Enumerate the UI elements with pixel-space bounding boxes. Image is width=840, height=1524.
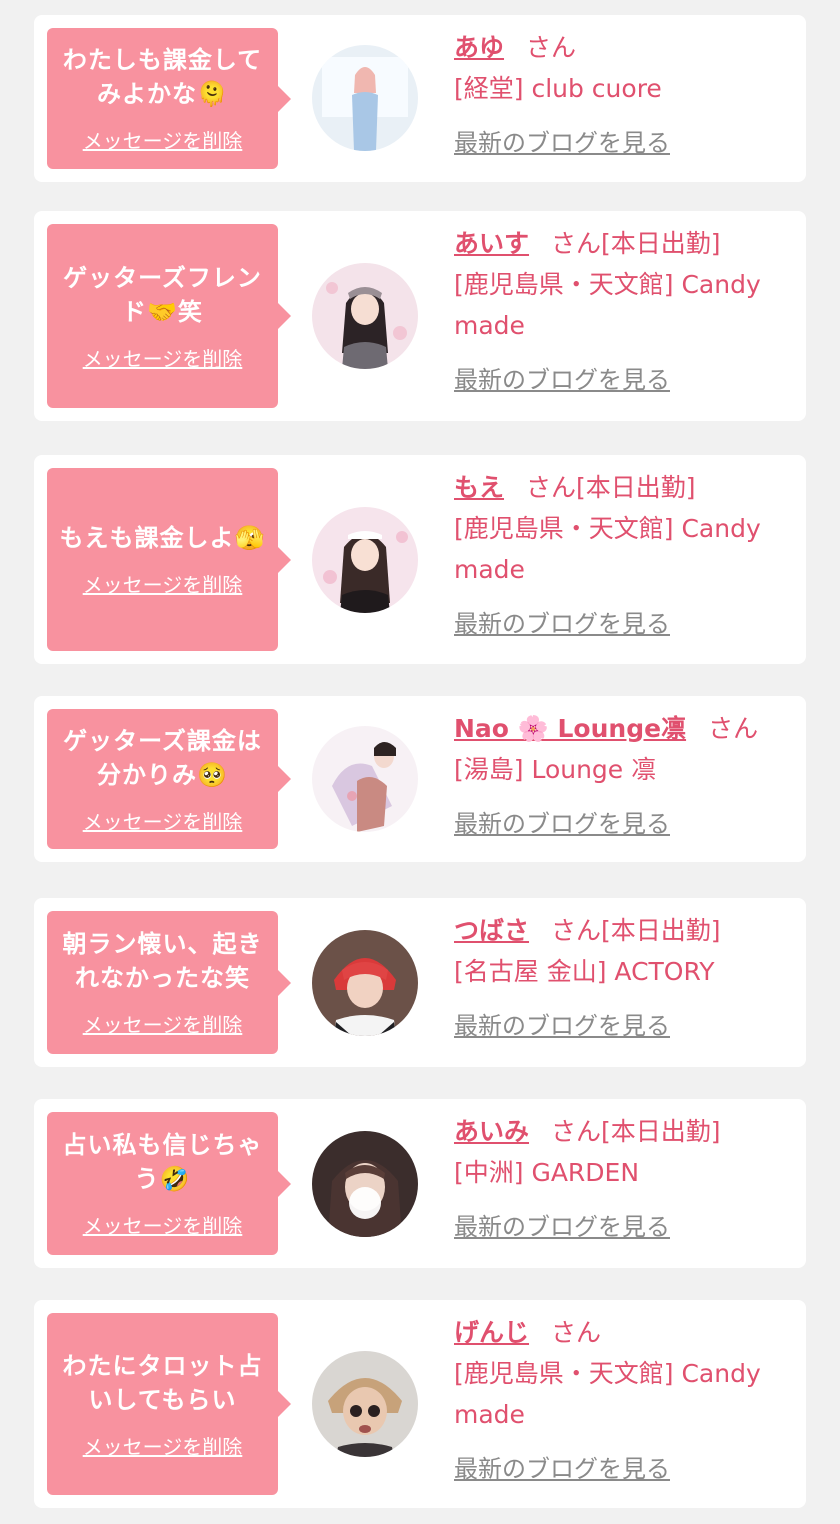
delete-message-link[interactable]: メッセージを削除 (83, 806, 243, 835)
profile-info: あいす さん[本日出勤] [鹿児島県・天文館] Candy made 最新のブログ… (454, 223, 788, 401)
message-card: ゲッターズフレン ド🤝笑 メッセージを削除 あいす さん[本日出勤] [鹿児島県・… (34, 211, 806, 421)
message-card: 朝ラン懐い、起き れなかったな笑 メッセージを削除 つばさ さん[本日出勤] [名… (34, 898, 806, 1067)
comment-text: わたにタロット占 いしてもらい (62, 1351, 263, 1414)
avatar[interactable] (312, 45, 418, 151)
work-badge: [本日出勤] (601, 916, 721, 945)
profile-info: もえ さん[本日出勤] [鹿児島県・天文館] Candy made 最新のブログを… (454, 467, 788, 645)
latest-blog-link[interactable]: 最新のブログを見る (454, 360, 670, 401)
avatar-photo (312, 930, 418, 1036)
delete-message-link[interactable]: メッセージを削除 (83, 1431, 243, 1460)
avatar[interactable] (312, 507, 418, 613)
delete-message-link[interactable]: メッセージを削除 (83, 343, 243, 372)
profile-info: つばさ さん[本日出勤] [名古屋 金山] ACTORY 最新のブログを見る (454, 910, 788, 1047)
avatar[interactable] (312, 1351, 418, 1457)
honorific: さん (526, 473, 577, 502)
profile-name-link[interactable]: つばさ (454, 916, 529, 945)
profile-info: Nao 🌸 Lounge凛 さん [湯島] Lounge 凛 最新のブログを見る (454, 708, 788, 845)
delete-message-link[interactable]: メッセージを削除 (83, 1210, 243, 1239)
avatar-photo (312, 507, 418, 613)
shop-name: [名古屋 金山] ACTORY (454, 957, 715, 986)
profile-name-link[interactable]: もえ (454, 473, 504, 502)
comment-text: わたしも課金して みよかな🫠 (62, 46, 263, 108)
comment-bubble: 占い私も信じちゃ う🤣 メッセージを削除 (47, 1112, 291, 1255)
honorific: さん (526, 33, 577, 62)
comment-bubble: 朝ラン懐い、起き れなかったな笑 メッセージを削除 (47, 911, 291, 1054)
comment-bubble: ゲッターズフレン ド🤝笑 メッセージを削除 (47, 224, 291, 408)
latest-blog-link[interactable]: 最新のブログを見る (454, 123, 670, 164)
profile-name-link[interactable]: あゆ (454, 33, 504, 62)
honorific: さん (551, 1117, 602, 1146)
message-card: もえも課金しよ🫣 メッセージを削除 もえ さん[本日出勤] [鹿児島県・天文館] … (34, 455, 806, 664)
comment-text: 朝ラン懐い、起き れなかったな笑 (62, 930, 263, 992)
message-card: わたしも課金して みよかな🫠 メッセージを削除 あゆ さん [経堂] club c… (34, 15, 806, 182)
comment-bubble: わたしも課金して みよかな🫠 メッセージを削除 (47, 28, 291, 169)
shop-name: [鹿児島県・天文館] Candy made (454, 1359, 761, 1429)
honorific: さん (551, 229, 602, 258)
comment-bubble: もえも課金しよ🫣 メッセージを削除 (47, 468, 291, 651)
comment-bubble: わたにタロット占 いしてもらい メッセージを削除 (47, 1313, 291, 1495)
message-card: わたにタロット占 いしてもらい メッセージを削除 げんじ さん [鹿児島県・天文館… (34, 1300, 806, 1508)
avatar-photo (312, 726, 418, 832)
shop-name: [鹿児島県・天文館] Candy made (454, 514, 761, 584)
honorific: さん (551, 916, 602, 945)
avatar-photo (312, 45, 418, 151)
profile-info: げんじ さん [鹿児島県・天文館] Candy made 最新のブログを見る (454, 1312, 788, 1490)
work-badge: [本日出勤] (576, 473, 696, 502)
avatar[interactable] (312, 930, 418, 1036)
profile-name-link[interactable]: Nao 🌸 Lounge凛 (454, 714, 686, 743)
latest-blog-link[interactable]: 最新のブログを見る (454, 604, 670, 645)
avatar[interactable] (312, 1131, 418, 1237)
comment-text: 占い私も信じちゃ う🤣 (62, 1131, 263, 1193)
avatar[interactable] (312, 726, 418, 832)
profile-name-link[interactable]: あいみ (454, 1117, 529, 1146)
work-badge: [本日出勤] (601, 229, 721, 258)
delete-message-link[interactable]: メッセージを削除 (83, 569, 243, 598)
message-card: ゲッターズ課金は 分かりみ🥺 メッセージを削除 Nao 🌸 Lounge凛 さん … (34, 696, 806, 862)
shop-name: [中洲] GARDEN (454, 1158, 640, 1187)
latest-blog-link[interactable]: 最新のブログを見る (454, 1207, 670, 1248)
profile-info: あいみ さん[本日出勤] [中洲] GARDEN 最新のブログを見る (454, 1111, 788, 1248)
avatar-photo (312, 1351, 418, 1457)
latest-blog-link[interactable]: 最新のブログを見る (454, 804, 670, 845)
latest-blog-link[interactable]: 最新のブログを見る (454, 1006, 670, 1047)
profile-name-link[interactable]: げんじ (454, 1318, 529, 1347)
shop-name: [湯島] Lounge 凛 (454, 755, 657, 784)
honorific: さん (708, 714, 759, 743)
avatar[interactable] (312, 263, 418, 369)
shop-name: [鹿児島県・天文館] Candy made (454, 270, 761, 340)
shop-name: [経堂] club cuore (454, 74, 662, 103)
comment-bubble: ゲッターズ課金は 分かりみ🥺 メッセージを削除 (47, 709, 291, 849)
delete-message-link[interactable]: メッセージを削除 (83, 1009, 243, 1038)
message-card: 占い私も信じちゃ う🤣 メッセージを削除 あいみ さん[本日出勤] [中洲] GA… (34, 1099, 806, 1268)
delete-message-link[interactable]: メッセージを削除 (83, 125, 243, 154)
avatar-photo (312, 1131, 418, 1237)
comment-text: ゲッターズフレン ド🤝笑 (63, 263, 262, 326)
comment-text: ゲッターズ課金は 分かりみ🥺 (63, 726, 262, 789)
honorific: さん (551, 1318, 602, 1347)
comment-text: もえも課金しよ🫣 (59, 524, 266, 552)
profile-info: あゆ さん [経堂] club cuore 最新のブログを見る (454, 27, 788, 164)
avatar-photo (312, 263, 418, 369)
work-badge: [本日出勤] (601, 1117, 721, 1146)
latest-blog-link[interactable]: 最新のブログを見る (454, 1449, 670, 1490)
profile-name-link[interactable]: あいす (454, 229, 529, 258)
